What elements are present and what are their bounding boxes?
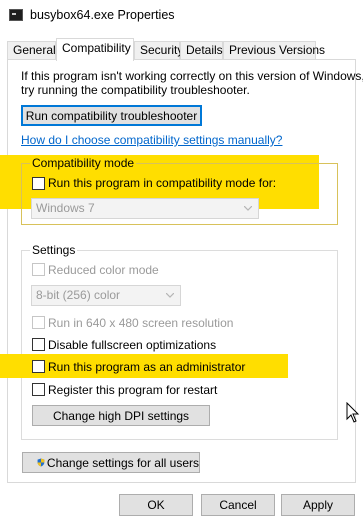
- cancel-button[interactable]: Cancel: [201, 494, 275, 516]
- text-cursor-icon: [346, 402, 360, 423]
- change-dpi-settings-button[interactable]: Change high DPI settings: [32, 405, 210, 426]
- fullscreen-optimizations-checkbox[interactable]: [32, 338, 45, 351]
- tab-general[interactable]: General: [7, 41, 56, 60]
- run-as-admin-checkbox[interactable]: [32, 360, 45, 373]
- change-settings-all-users-button[interactable]: Change settings for all users: [22, 452, 200, 473]
- tab-strip: General Compatibility Security Details P…: [7, 38, 357, 61]
- uac-shield-icon: [37, 458, 45, 467]
- color-depth-value: 8-bit (256) color: [36, 288, 121, 302]
- run-as-admin-label: Run this program as an administrator: [48, 360, 246, 374]
- intro-text-line1: If this program isn't working correctly …: [21, 69, 363, 83]
- intro-text-line2: try running the compatibility troublesho…: [21, 83, 250, 97]
- run-troubleshooter-button[interactable]: Run compatibility troubleshooter: [21, 105, 202, 126]
- tab-previous-versions[interactable]: Previous Versions: [223, 41, 325, 60]
- compat-mode-label: Run this program in compatibility mode f…: [48, 176, 277, 190]
- console-app-icon: [9, 9, 23, 21]
- apply-button[interactable]: Apply: [281, 494, 355, 516]
- compatibility-mode-legend: Compatibility mode: [30, 156, 137, 170]
- tab-security[interactable]: Security: [134, 41, 183, 60]
- title-bar: busybox64.exe Properties: [0, 0, 363, 32]
- ok-button[interactable]: OK: [119, 494, 193, 516]
- settings-legend: Settings: [30, 243, 78, 257]
- os-version-value: Windows 7: [36, 201, 95, 215]
- color-depth-select: 8-bit (256) color: [31, 285, 181, 306]
- compatibility-help-link[interactable]: How do I choose compatibility settings m…: [21, 133, 282, 147]
- reduced-color-label: Reduced color mode: [48, 263, 159, 277]
- tab-details[interactable]: Details: [180, 41, 223, 60]
- reduced-color-checkbox: [32, 263, 45, 276]
- tab-compatibility[interactable]: Compatibility: [56, 38, 134, 61]
- resolution-label: Run in 640 x 480 screen resolution: [48, 316, 234, 330]
- chevron-down-icon: [244, 206, 252, 211]
- compat-mode-checkbox[interactable]: [32, 177, 45, 190]
- change-settings-all-users-label: Change settings for all users: [46, 455, 199, 470]
- register-restart-checkbox[interactable]: [32, 383, 45, 396]
- window-title: busybox64.exe Properties: [30, 8, 175, 22]
- os-version-select: Windows 7: [31, 198, 259, 219]
- chevron-down-icon: [166, 293, 174, 298]
- fullscreen-optimizations-label: Disable fullscreen optimizations: [48, 338, 217, 352]
- resolution-checkbox: [32, 316, 45, 329]
- register-restart-label: Register this program for restart: [48, 383, 218, 397]
